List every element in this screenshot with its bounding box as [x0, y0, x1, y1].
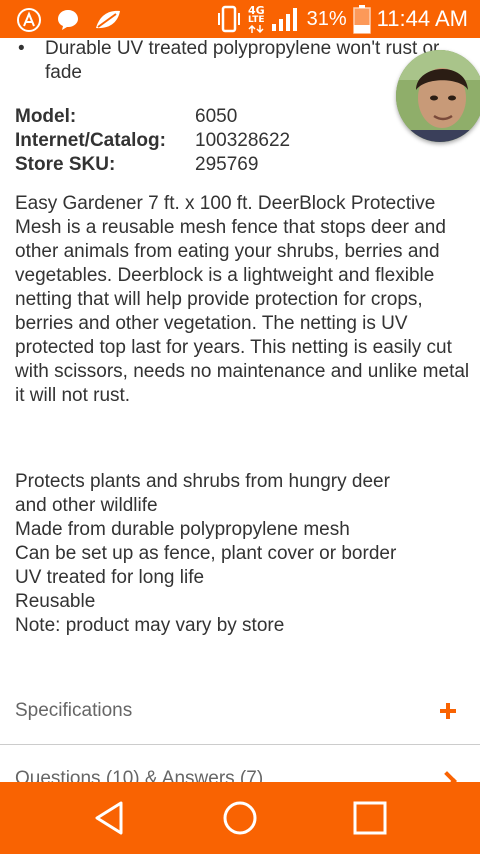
recents-button[interactable]: [346, 798, 394, 838]
bullet-icon: •: [18, 38, 25, 59]
questions-answers-link[interactable]: Questions (10) & Answers (7): [0, 746, 480, 782]
battery-percent: 31%: [306, 7, 347, 30]
feature-line: and other wildlife: [15, 495, 158, 516]
network-type: 4G LTE: [248, 5, 265, 33]
list-item: • Durable UV treated polypropylene won't…: [18, 38, 458, 85]
home-button[interactable]: [216, 798, 264, 838]
vibrate-icon: [217, 5, 240, 33]
notification-icons: [16, 7, 122, 33]
back-icon: [95, 801, 123, 835]
model-value: 6050: [195, 106, 238, 127]
navigation-bar: [0, 782, 480, 854]
recents-icon: [353, 801, 387, 835]
chevron-right-icon[interactable]: [437, 771, 457, 782]
feature-line: Made from durable polypropylene mesh: [15, 519, 350, 540]
status-bar: 4G LTE 31% 11:44 AM: [0, 0, 480, 38]
internet-row: Internet/Catalog: 100328622: [15, 129, 290, 153]
back-button[interactable]: [85, 798, 133, 838]
sku-row: Store SKU: 295769: [15, 153, 290, 177]
clock: 11:44 AM: [376, 6, 468, 31]
questions-answers-label: Questions (10) & Answers (7): [15, 768, 264, 782]
signal-icon: [271, 8, 297, 31]
chat-icon: [58, 10, 78, 30]
product-info-table: Model: 6050 Internet/Catalog: 100328622 …: [15, 105, 290, 177]
sku-label: Store SKU:: [15, 154, 116, 175]
model-row: Model: 6050: [15, 105, 290, 129]
avatar[interactable]: [396, 50, 480, 142]
sku-value: 295769: [195, 154, 259, 175]
feature-line: Protects plants and shrubs from hungry d…: [15, 471, 390, 492]
feature-list: Protects plants and shrubs from hungry d…: [15, 470, 471, 638]
specifications-label: Specifications: [15, 700, 133, 721]
avatar-photo: [396, 50, 480, 142]
home-icon: [223, 801, 257, 835]
expand-plus-icon[interactable]: [440, 703, 456, 719]
feature-line: Can be set up as fence, plant cover or b…: [15, 543, 397, 564]
specifications-accordion[interactable]: Specifications: [0, 673, 480, 745]
data-arrows-icon: [248, 25, 264, 33]
leaf-icon: [96, 10, 120, 29]
feature-line: Note: product may vary by store: [15, 615, 285, 636]
app-a-icon: [17, 8, 41, 32]
product-details[interactable]: • Durable UV treated polypropylene won't…: [0, 38, 480, 782]
feature-text: Durable UV treated polypropylene won't r…: [45, 38, 440, 83]
internet-value: 100328622: [195, 130, 291, 151]
battery-icon: [352, 5, 371, 34]
product-description: Easy Gardener 7 ft. x 100 ft. DeerBlock …: [15, 193, 470, 406]
internet-label: Internet/Catalog:: [15, 130, 166, 151]
feature-line: Reusable: [15, 591, 96, 612]
feature-line: UV treated for long life: [15, 567, 205, 588]
model-label: Model:: [15, 106, 77, 127]
system-status: 4G LTE 31% 11:44 AM: [216, 4, 468, 34]
